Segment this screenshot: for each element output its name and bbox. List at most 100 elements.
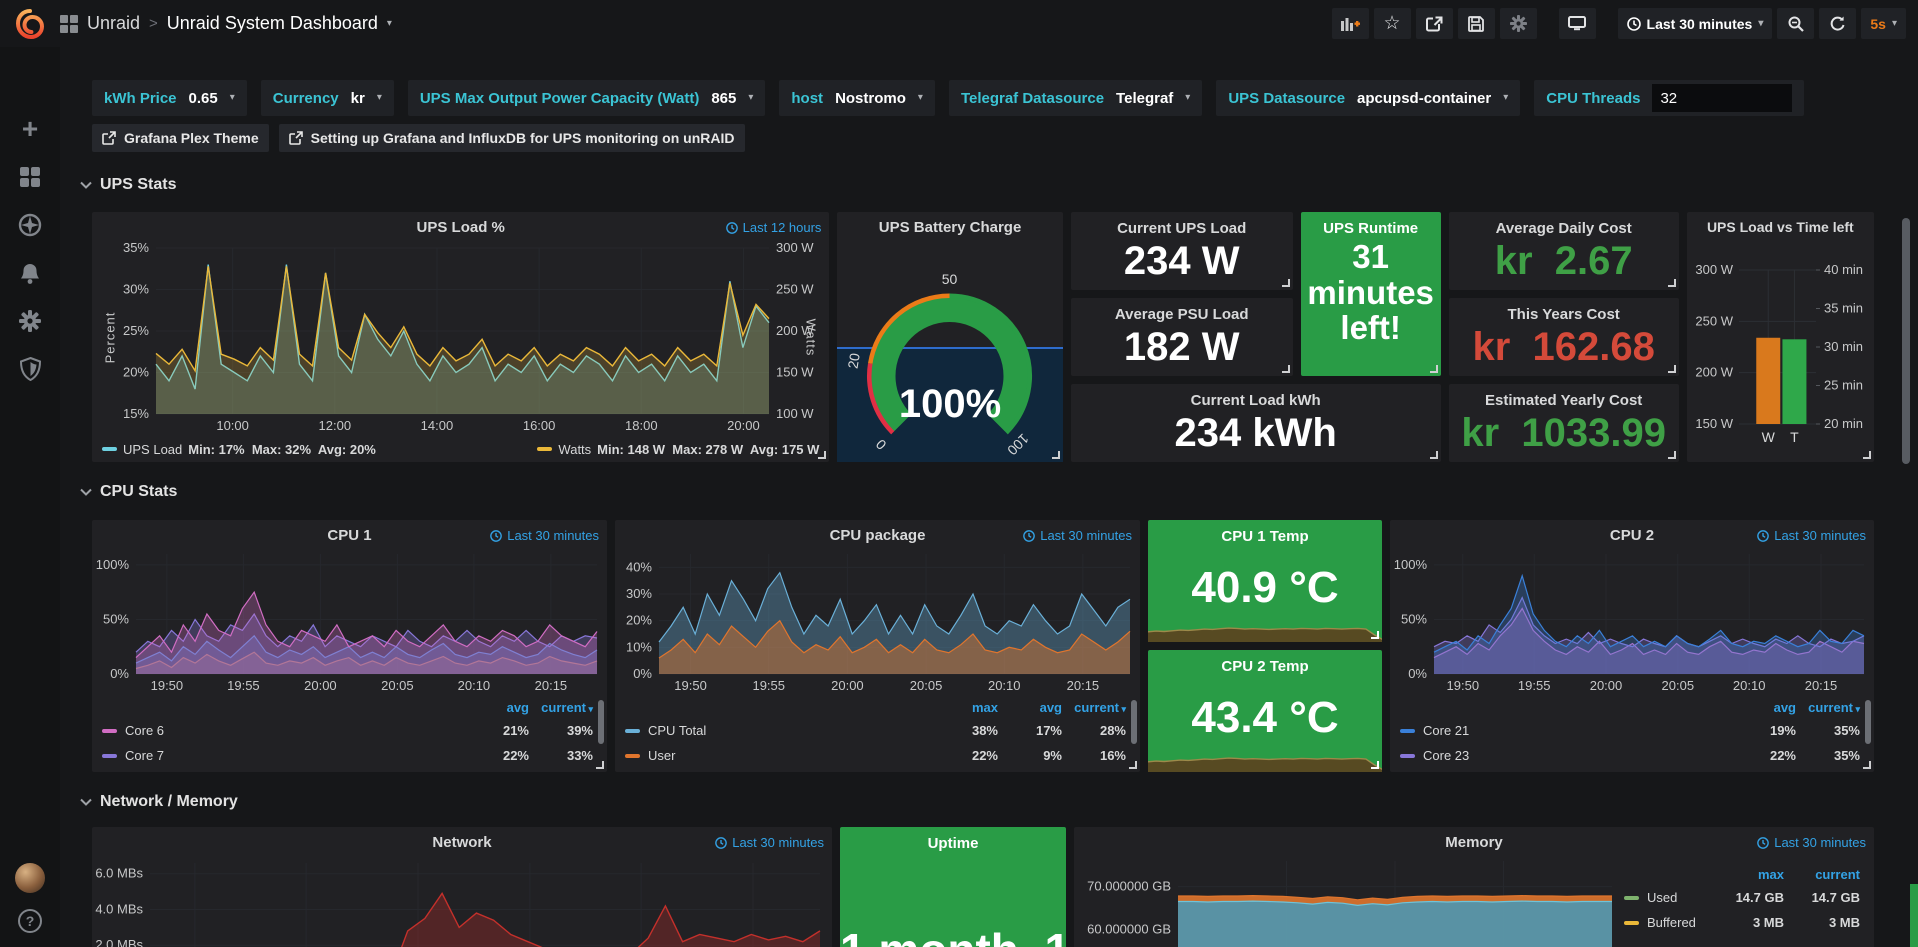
sidebar-item-dashboards[interactable] [0, 153, 60, 201]
legend-item[interactable]: Watts Min: 148 W Max: 278 W Avg: 175 W [537, 442, 819, 457]
legend-scrollbar[interactable] [1131, 700, 1137, 744]
breadcrumb-separator: > [149, 15, 158, 32]
sidebar-item-explore[interactable] [0, 201, 60, 249]
legend-value: 19% [1732, 723, 1796, 738]
legend-header[interactable]: avg [1732, 700, 1796, 715]
star-dashboard-button[interactable]: ☆ [1374, 8, 1411, 39]
refresh-interval-picker[interactable]: 5s ▾ [1861, 8, 1906, 39]
panel-title[interactable]: CPU 2 Temp [1148, 650, 1382, 675]
save-dashboard-button[interactable] [1458, 8, 1495, 39]
panel-title[interactable]: UPS Battery Charge [837, 219, 1062, 236]
cpu2-chart[interactable]: 19:5019:5520:0020:0520:1020:15100%50%0% [1390, 548, 1874, 696]
legend-header[interactable]: current [1062, 700, 1126, 715]
add-panel-button[interactable] [1332, 8, 1369, 39]
legend-name[interactable]: Core 7 [102, 748, 465, 763]
legend-name[interactable]: Used [1624, 890, 1708, 905]
share-dashboard-button[interactable] [1416, 8, 1453, 39]
cpu1-chart[interactable]: 19:5019:5520:0020:0520:1020:15100%50%0% [92, 548, 607, 696]
link-grafana-plex-theme[interactable]: Grafana Plex Theme [92, 124, 269, 152]
legend-item[interactable]: UPS Load Min: 17% Max: 32% Avg: 20% [102, 442, 376, 457]
legend-name[interactable]: Core 23 [1400, 748, 1732, 763]
stat-value: kr 2.67 [1495, 233, 1633, 290]
panel-title[interactable]: Memory [1074, 834, 1874, 851]
panel-ups-runtime: UPS Runtime 31 minutes left! [1301, 212, 1441, 376]
legend-header[interactable]: current [1796, 700, 1860, 715]
svg-text:20:05: 20:05 [1662, 678, 1695, 693]
svg-text:12:00: 12:00 [319, 418, 352, 433]
ups-load-chart[interactable]: Percent Watts 10:0012:0014:0016:0018:002… [92, 240, 829, 436]
link-ups-monitoring-guide[interactable]: Setting up Grafana and InfluxDB for UPS … [279, 124, 745, 152]
cycle-view-mode-button[interactable] [1559, 8, 1596, 39]
legend-header[interactable]: current [529, 700, 593, 715]
panel-title[interactable]: UPS Runtime [1323, 220, 1418, 237]
variable-ups-datasource[interactable]: UPS Datasource apcupsd-container ▾ [1216, 80, 1520, 116]
panel-time-override[interactable]: Last 30 minutes [1023, 528, 1132, 543]
legend-row: Buffered 3 MB 3 MB [1624, 910, 1860, 935]
panel-title[interactable]: UPS Load vs Time left [1687, 219, 1874, 235]
variable-value: Nostromo [835, 90, 906, 107]
sidebar-item-create[interactable]: + [0, 105, 60, 153]
variable-value: 865 [711, 90, 736, 107]
chevron-down-icon [80, 488, 92, 496]
zoom-out-button[interactable] [1777, 8, 1814, 39]
time-range-picker[interactable]: Last 30 minutes ▾ [1618, 8, 1773, 39]
memory-chart[interactable]: 70.000000 GB60.000000 GB50.000000 GB [1074, 855, 1624, 947]
bell-icon [19, 262, 41, 285]
network-chart[interactable]: 6.0 MBs4.0 MBs2.0 MBs [92, 855, 832, 947]
legend-value: 22% [1732, 748, 1796, 763]
top-nav: Unraid > Unraid System Dashboard ▾ ☆ [0, 0, 1918, 47]
legend-name-label: Core 23 [1423, 748, 1469, 763]
legend-name[interactable]: Core 6 [102, 723, 465, 738]
legend-header[interactable]: max [1708, 867, 1784, 882]
variable-ups-max-output[interactable]: UPS Max Output Power Capacity (Watt) 865… [408, 80, 766, 116]
variable-telegraf-datasource[interactable]: Telegraf Datasource Telegraf ▾ [949, 80, 1202, 116]
svg-text:20 min: 20 min [1824, 416, 1863, 431]
panel-time-override[interactable]: Last 12 hours [726, 220, 822, 235]
svg-text:30%: 30% [123, 282, 149, 297]
apps-grid-icon[interactable] [60, 15, 78, 33]
link-label: Grafana Plex Theme [124, 130, 259, 146]
row-header-cpu-stats[interactable]: CPU Stats [80, 483, 177, 501]
page-scrollbar-thumb[interactable] [1902, 218, 1910, 464]
cpu-package-chart[interactable]: 19:5019:5520:0020:0520:1020:1540%30%20%1… [615, 548, 1140, 696]
legend-name[interactable]: CPU Total [625, 723, 934, 738]
panel-time-override[interactable]: Last 30 minutes [715, 835, 824, 850]
legend-name[interactable]: Core 21 [1400, 723, 1732, 738]
legend-name[interactable]: Buffered [1624, 915, 1708, 930]
legend-header[interactable]: avg [465, 700, 529, 715]
panel-ups-battery-charge: UPS Battery Charge 02050100 100% [837, 212, 1062, 462]
legend-header[interactable]: current [1784, 867, 1860, 882]
time-override-label: Last 30 minutes [507, 528, 599, 543]
nav-actions: ☆ [1332, 8, 1918, 39]
legend-scrollbar[interactable] [1865, 700, 1871, 744]
sidebar-item-alerting[interactable] [0, 249, 60, 297]
svg-text:10:00: 10:00 [216, 418, 249, 433]
sidebar-item-server-admin[interactable] [0, 345, 60, 393]
panel-title[interactable]: Uptime [840, 827, 1066, 852]
panel-time-override[interactable]: Last 30 minutes [490, 528, 599, 543]
svg-text:4.0 MBs: 4.0 MBs [95, 901, 143, 916]
legend-name[interactable]: User [625, 748, 934, 763]
legend-header[interactable]: avg [998, 700, 1062, 715]
cpu-threads-input[interactable] [1652, 84, 1792, 112]
dashboard-title[interactable]: Unraid System Dashboard [167, 13, 378, 34]
dashboard-settings-button[interactable] [1500, 8, 1537, 39]
variable-kwh-price[interactable]: kWh Price 0.65 ▾ [92, 80, 247, 116]
variable-host[interactable]: host Nostromo ▾ [779, 80, 935, 116]
legend-scrollbar[interactable] [598, 700, 604, 744]
sidebar-item-configuration[interactable] [0, 297, 60, 345]
row-header-network-memory[interactable]: Network / Memory [80, 793, 238, 811]
panel-title[interactable]: CPU 1 Temp [1148, 520, 1382, 545]
help-button[interactable]: ? [18, 909, 42, 933]
user-avatar[interactable] [15, 863, 45, 893]
variable-currency[interactable]: Currency kr ▾ [261, 80, 394, 116]
chevron-down-icon[interactable]: ▾ [387, 19, 392, 29]
panel-time-override[interactable]: Last 30 minutes [1757, 528, 1866, 543]
breadcrumb-folder[interactable]: Unraid [87, 13, 140, 34]
legend-header[interactable]: max [934, 700, 998, 715]
panel-time-override[interactable]: Last 30 minutes [1757, 835, 1866, 850]
panel-title[interactable]: UPS Load % [92, 219, 829, 236]
refresh-button[interactable] [1819, 8, 1856, 39]
row-header-ups-stats[interactable]: UPS Stats [80, 176, 176, 194]
grafana-logo[interactable] [0, 0, 60, 47]
